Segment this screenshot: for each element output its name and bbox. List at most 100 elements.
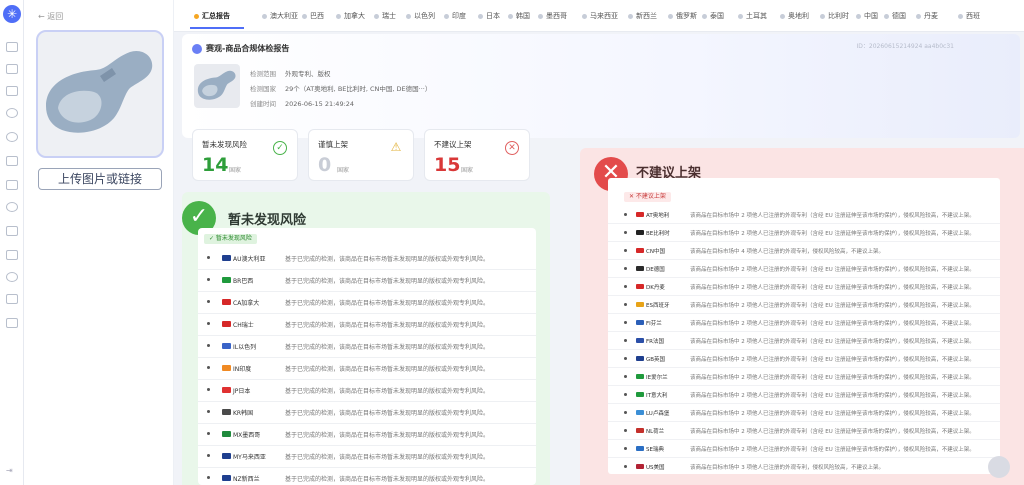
no-risk-row[interactable]: AU澳大利亚 基于已完成的检测，该商品在目标市场暂未发现明显的版权或外观专利风险。 [198,248,536,270]
tab-10[interactable]: 马来西亚 [582,11,618,23]
card-count: 14 [202,154,229,176]
tab-label: 印度 [452,12,466,20]
tab-9[interactable]: 墨西哥 [538,11,567,23]
bullet-icon [624,303,627,306]
tab-14[interactable]: 土耳其 [738,11,767,23]
not-recommended-row[interactable]: US美国 该商品在目标市场中 3 项他人已注册的外观专利，侵权风险较高，不建议上架… [608,458,1000,474]
tab-16[interactable]: 比利时 [820,11,849,23]
upload-button[interactable]: 上传图片或链接 [38,168,162,190]
scroll-corner-icon[interactable] [988,456,1010,478]
tab-8[interactable]: 韩国 [508,11,530,23]
not-recommended-row[interactable]: NL荷兰 该商品在目标市场中 2 项他人已注册的外观专利（含经 EU 注册延伸至该… [608,422,1000,440]
flag-icon [636,428,644,433]
no-risk-row[interactable]: IL以色列 基于已完成的检测，该商品在目标市场暂未发现明显的版权或外观专利风险。 [198,336,536,358]
no-risk-row[interactable]: BR巴西 基于已完成的检测，该商品在目标市场暂未发现明显的版权或外观专利风险。 [198,270,536,292]
flag-icon [222,321,231,327]
tab-5[interactable]: 以色列 [406,11,435,23]
bullet-icon [624,231,627,234]
badge-nav-icon[interactable] [6,202,18,212]
not-recommended-row[interactable]: CN中国 该商品在目标市场中 4 项他人已注册的外观专利，侵权风险较高，不建议上架… [608,242,1000,260]
risk-description: 基于已完成的检测，该商品在目标市场暂未发现明显的版权或外观专利风险。 [285,432,490,439]
risk-description: 基于已完成的检测，该商品在目标市场暂未发现明显的版权或外观专利风险。 [285,256,490,263]
risk-description: 该商品在目标市场中 2 项他人已注册的外观专利（含经 EU 注册延伸至该市场的保… [690,375,975,381]
country-name: IN印度 [233,366,252,373]
no-risk-row[interactable]: JP日本 基于已完成的检测，该商品在目标市场暂未发现明显的版权或外观专利风险。 [198,380,536,402]
tab-7[interactable]: 日本 [478,11,500,23]
report-icon [192,43,202,54]
tab-20[interactable]: 西班 [958,11,980,23]
tab-3[interactable]: 加拿大 [336,11,365,23]
product-image[interactable] [36,30,164,158]
flag-icon [636,464,644,469]
tab-dot-icon [958,13,963,19]
tab-1[interactable]: 澳大利亚 [262,11,298,23]
tab-dot-icon [336,13,341,19]
bullet-icon [207,410,210,413]
grid-nav-icon[interactable] [6,86,18,96]
caution-card[interactable]: 谨慎上架 0 国家 ⚠ [308,129,414,181]
country-name: FI芬兰 [646,321,662,327]
risk-description: 该商品在目标市场中 2 项他人已注册的外观专利（含经 EU 注册延伸至该市场的保… [690,267,975,273]
product-panel: ← 返回 上传图片或链接 [24,0,174,485]
chart-nav-icon[interactable] [6,226,18,236]
risk-description: 基于已完成的检测，该商品在目标市场暂未发现明显的版权或外观专利风险。 [285,476,490,483]
no-risk-row[interactable]: IN印度 基于已完成的检测，该商品在目标市场暂未发现明显的版权或外观专利风险。 [198,358,536,380]
tab-6[interactable]: 印度 [444,11,466,23]
search-nav-icon[interactable] [6,272,18,282]
app-logo-icon[interactable]: ✳ [3,5,21,23]
tab-15[interactable]: 奥地利 [780,11,809,23]
clock-nav-icon[interactable] [6,108,18,118]
tab-18[interactable]: 德国 [884,11,906,23]
no-risk-card[interactable]: 暂未发现风险 14 国家 ✓ [192,129,298,181]
tab-label: 日本 [486,12,500,20]
no-risk-row[interactable]: CA加拿大 基于已完成的检测，该商品在目标市场暂未发现明显的版权或外观专利风险。 [198,292,536,314]
card-count: 15 [434,154,461,176]
not-recommended-row[interactable]: SE瑞典 该商品在目标市场中 2 项他人已注册的外观专利（含经 EU 注册延伸至该… [608,440,1000,458]
truck-nav-icon[interactable] [6,64,18,74]
image-nav-icon[interactable] [6,180,18,190]
not-recommended-row[interactable]: AT奥地利 该商品在目标市场中 2 项他人已注册的外观专利（含经 EU 注册延伸至… [608,206,1000,224]
countries-meta: 检测国家 29个（AT奥地利, BE比利时, CN中国, DE德国···） [250,85,432,93]
no-risk-badge: ✓ 暂未发现风险 [204,234,257,244]
created-meta: 创建时间 2026-06-15 21:49:24 [250,100,355,108]
expand-icon[interactable]: ⇥ [6,466,13,475]
not-recommended-row[interactable]: GB英国 该商品在目标市场中 2 项他人已注册的外观专利（含经 EU 注册延伸至该… [608,350,1000,368]
no-risk-row[interactable]: MY马来西亚 基于已完成的检测，该商品在目标市场暂未发现明显的版权或外观专利风险。 [198,446,536,468]
not-recommended-row[interactable]: DK丹麦 该商品在目标市场中 2 项他人已注册的外观专利（含经 EU 注册延伸至该… [608,278,1000,296]
tab-17[interactable]: 中国 [856,11,878,23]
tab-12[interactable]: 俄罗斯 [668,11,697,23]
user-nav-icon[interactable] [6,250,18,260]
not-recommended-row[interactable]: IE爱尔兰 该商品在目标市场中 2 项他人已注册的外观专利（含经 EU 注册延伸至… [608,368,1000,386]
not-recommended-row[interactable]: FI芬兰 该商品在目标市场中 2 项他人已注册的外观专利（含经 EU 注册延伸至该… [608,314,1000,332]
not-recommended-row[interactable]: FR法国 该商品在目标市场中 2 项他人已注册的外观专利（含经 EU 注册延伸至该… [608,332,1000,350]
tab-11[interactable]: 新西兰 [628,11,657,23]
tab-0[interactable]: 汇总报告 [194,11,230,23]
shield-nav-icon[interactable] [6,42,18,52]
no-risk-row[interactable]: KR韩国 基于已完成的检测，该商品在目标市场暂未发现明显的版权或外观专利风险。 [198,402,536,424]
document-nav-icon[interactable] [6,156,18,166]
not-recommended-row[interactable]: IT意大利 该商品在目标市场中 2 项他人已注册的外观专利（含经 EU 注册延伸至… [608,386,1000,404]
no-risk-row[interactable]: MX墨西哥 基于已完成的检测，该商品在目标市场暂未发现明显的版权或外观专利风险。 [198,424,536,446]
tab-dot-icon [738,13,743,19]
tab-4[interactable]: 瑞士 [374,11,396,23]
check-circle-icon: ✓ [273,141,287,155]
export-nav-icon[interactable] [6,294,18,304]
no-risk-row[interactable]: CH瑞士 基于已完成的检测，该商品在目标市场暂未发现明显的版权或外观专利风险。 [198,314,536,336]
not-recommended-row[interactable]: DE德国 该商品在目标市场中 2 项他人已注册的外观专利（含经 EU 注册延伸至该… [608,260,1000,278]
bullet-icon [207,300,210,303]
tab-13[interactable]: 泰国 [702,11,724,23]
tab-2[interactable]: 巴西 [302,11,324,23]
tab-dot-icon [302,13,307,19]
tab-19[interactable]: 丹麦 [916,11,938,23]
not-recommended-card[interactable]: 不建议上架 15 国家 ✕ [424,129,530,181]
no-risk-row[interactable]: NZ新西兰 基于已完成的检测，该商品在目标市场暂未发现明显的版权或外观专利风险。 [198,468,536,485]
not-recommended-row[interactable]: BE比利时 该商品在目标市场中 2 项他人已注册的外观专利（含经 EU 注册延伸至… [608,224,1000,242]
flag-icon [222,475,231,481]
tab-dot-icon [508,13,513,19]
back-link[interactable]: ← 返回 [38,11,63,22]
settings-nav-icon[interactable] [6,318,18,328]
globe-nav-icon[interactable] [6,132,18,142]
not-recommended-row[interactable]: ES西班牙 该商品在目标市场中 2 项他人已注册的外观专利（含经 EU 注册延伸至… [608,296,1000,314]
not-recommended-row[interactable]: LU卢森堡 该商品在目标市场中 2 项他人已注册的外观专利（含经 EU 注册延伸至… [608,404,1000,422]
tab-label: 加拿大 [344,12,365,20]
